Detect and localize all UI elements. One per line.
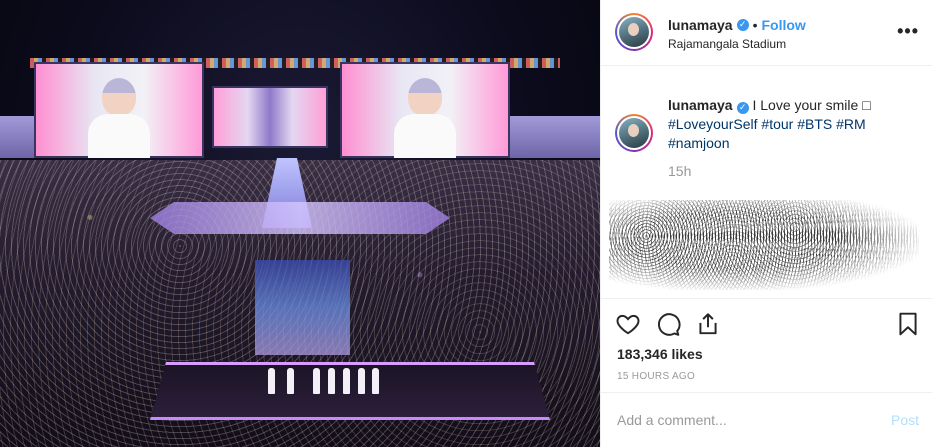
verified-badge-icon: ✓ xyxy=(736,19,749,31)
side-led-panel-right xyxy=(505,116,600,158)
username-link[interactable]: lunamaya xyxy=(668,17,733,33)
performer-body xyxy=(394,114,456,158)
caption-message: I Love your smile xyxy=(752,97,859,113)
hashtag-link[interactable]: #namjoon xyxy=(668,135,730,151)
performer xyxy=(372,368,379,394)
performer-head xyxy=(102,78,136,116)
heart-icon[interactable] xyxy=(615,311,641,337)
comment-input[interactable] xyxy=(617,410,867,430)
hashtag-link[interactable]: #RM xyxy=(836,116,866,132)
performer xyxy=(287,368,294,394)
caption-text: lunamaya ✓ I Love your smile □ #LoveyourS… xyxy=(668,96,913,153)
redacted-comments xyxy=(609,200,919,290)
avatar-border xyxy=(617,116,651,150)
likes-count[interactable]: 183,346 likes xyxy=(617,346,703,362)
video-screen-left xyxy=(34,62,204,158)
center-stage xyxy=(150,202,450,234)
performer-head xyxy=(408,78,442,116)
verified-badge-icon: ✓ xyxy=(736,102,749,114)
location-link[interactable]: Rajamangala Stadium xyxy=(668,37,786,51)
video-screen-right xyxy=(340,62,510,158)
emoji-glyph: □ xyxy=(862,97,871,113)
caption-username-link[interactable]: lunamaya xyxy=(668,97,733,113)
performer-body xyxy=(88,114,150,158)
caption-time: 15h xyxy=(668,163,692,179)
screen-performer xyxy=(88,78,150,158)
more-options-button[interactable]: ••• xyxy=(897,22,919,40)
avatar-image xyxy=(619,17,649,47)
follow-button[interactable]: Follow xyxy=(762,17,806,33)
post-sidebar: lunamaya ✓ • Follow Rajamangala Stadium … xyxy=(600,0,932,447)
post-photo[interactable] xyxy=(0,0,600,447)
performer xyxy=(328,368,335,394)
post-comment-button[interactable]: Post xyxy=(891,412,919,428)
avatar[interactable] xyxy=(615,114,653,152)
comment-icon[interactable] xyxy=(655,311,681,337)
share-icon[interactable] xyxy=(695,311,721,337)
performer xyxy=(343,368,350,394)
action-bar: 183,346 likes 15 HOURS AGO xyxy=(601,298,932,390)
dot-separator: • xyxy=(752,17,758,33)
hashtag-link[interactable]: #LoveyourSelf xyxy=(668,116,758,132)
caption-area: lunamaya ✓ I Love your smile □ #LoveyourS… xyxy=(601,66,932,298)
performer xyxy=(358,368,365,394)
post-header: lunamaya ✓ • Follow Rajamangala Stadium … xyxy=(601,0,932,66)
header-user-row: lunamaya ✓ • Follow xyxy=(668,17,806,33)
bookmark-icon[interactable] xyxy=(895,311,921,337)
video-screen-center xyxy=(212,86,328,148)
post-timestamp[interactable]: 15 HOURS AGO xyxy=(617,371,695,382)
comment-bar: Post xyxy=(601,392,932,447)
avatar[interactable] xyxy=(615,13,653,51)
performer xyxy=(268,368,275,394)
hashtag-link[interactable]: #tour xyxy=(761,116,793,132)
walkway xyxy=(255,260,350,355)
performer xyxy=(313,368,320,394)
avatar-border xyxy=(617,15,651,49)
main-stage xyxy=(150,362,550,420)
avatar-image xyxy=(619,118,649,148)
hashtag-link[interactable]: #BTS xyxy=(797,116,832,132)
screen-performer xyxy=(394,78,456,158)
